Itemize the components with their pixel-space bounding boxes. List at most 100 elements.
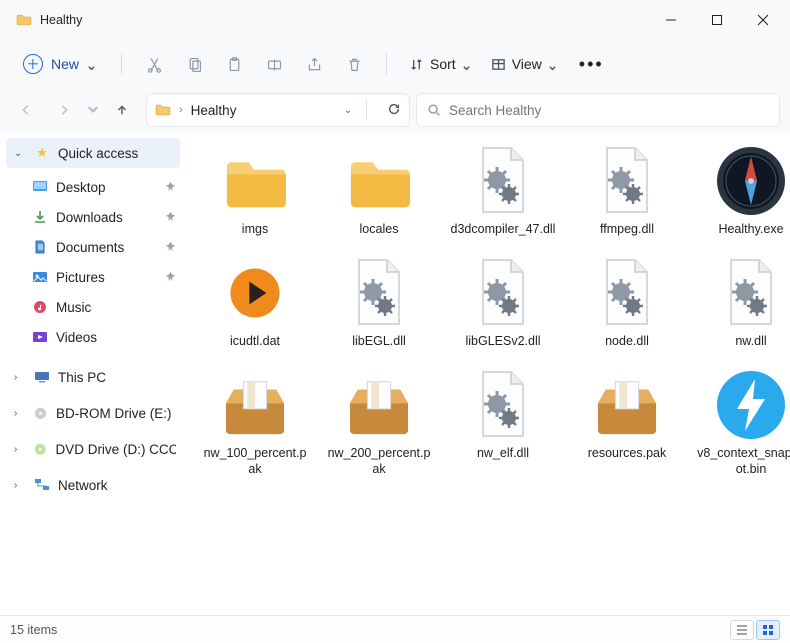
sidebar-item-label: BD-ROM Drive (E:) C [56,406,176,421]
sidebar-item-label: Pictures [56,270,105,285]
file-item[interactable]: icudtl.dat [200,256,310,350]
box-icon [218,368,292,442]
sidebar-item-quick-access[interactable]: ⌄ ★ Quick access [6,138,180,168]
file-item[interactable]: nw_200_percent.pak [324,368,434,477]
sidebar-item-videos[interactable]: Videos [0,322,186,352]
sidebar-item-label: Network [58,478,108,493]
file-item[interactable]: resources.pak [572,368,682,477]
dll-icon [590,256,664,330]
new-button[interactable]: New [12,49,107,79]
chevron-right-icon: › [14,480,26,491]
file-label: libGLESv2.dll [465,334,540,350]
file-item[interactable]: nw_100_percent.pak [200,368,310,477]
pc-icon [34,369,50,385]
box-icon [342,368,416,442]
file-label: ffmpeg.dll [600,222,654,238]
nav-row: › Healthy ⌄ [0,88,790,132]
chevron-right-icon: › [14,408,25,419]
chevron-down-icon [462,60,471,69]
title-bar: Healthy [0,0,790,40]
desktop-icon [32,179,48,195]
recent-button[interactable] [86,94,100,126]
address-bar[interactable]: › Healthy ⌄ [146,93,410,127]
sidebar-item-bdrom[interactable]: › BD-ROM Drive (E:) C [0,398,186,428]
folder-icon [155,102,171,118]
sidebar-item-network[interactable]: › Network [0,470,186,500]
file-item[interactable]: locales [324,144,434,238]
separator [366,100,367,120]
file-grid: imgslocalesd3dcompiler_47.dll ffmpeg.dll H… [200,144,782,477]
command-bar: New Sort View ••• [0,40,790,88]
file-item[interactable]: nw.dll [696,256,790,350]
file-label: nw.dll [735,334,766,350]
search-box[interactable] [416,93,780,127]
file-item[interactable]: libEGL.dll [324,256,434,350]
copy-button[interactable] [176,46,212,82]
chevron-right-icon: › [14,444,25,455]
sidebar-item-downloads[interactable]: Downloads [0,202,186,232]
explorer-window: Healthy New Sort View ••• [0,0,790,643]
file-item[interactable]: nw_elf.dll [448,368,558,477]
status-bar: 15 items [0,615,790,643]
sort-button[interactable]: Sort [401,46,479,82]
pictures-icon [32,269,48,285]
rename-button[interactable] [256,46,292,82]
maximize-button[interactable] [694,0,740,40]
file-label: libEGL.dll [352,334,406,350]
chevron-down-icon[interactable]: ⌄ [344,105,352,116]
file-item[interactable]: d3dcompiler_47.dll [448,144,558,238]
disc-icon [33,405,48,421]
search-icon [427,103,441,117]
file-label: nw_200_percent.pak [325,446,433,477]
refresh-button[interactable] [387,102,401,119]
file-item[interactable]: v8_context_snapshot.bin [696,368,790,477]
separator [121,53,122,75]
folder-icon [342,144,416,218]
dll-icon [590,144,664,218]
dll-icon [714,256,788,330]
sidebar-item-desktop[interactable]: Desktop [0,172,186,202]
new-label: New [51,56,79,72]
file-item[interactable]: imgs [200,144,310,238]
forward-button[interactable] [48,94,80,126]
play-icon [218,256,292,330]
paste-button[interactable] [216,46,252,82]
window-controls [648,0,786,40]
file-item[interactable]: ffmpeg.dll [572,144,682,238]
window-title: Healthy [40,13,82,27]
up-button[interactable] [106,94,138,126]
sidebar-item-this-pc[interactable]: › This PC [0,362,186,392]
file-label: Healthy.exe [718,222,783,238]
file-item[interactable]: Healthy.exe [696,144,790,238]
file-item[interactable]: libGLESv2.dll [448,256,558,350]
network-icon [34,477,50,493]
close-button[interactable] [740,0,786,40]
chevron-down-icon [87,60,96,69]
minimize-button[interactable] [648,0,694,40]
details-view-button[interactable] [730,620,754,640]
file-pane[interactable]: imgslocalesd3dcompiler_47.dll ffmpeg.dll H… [186,132,790,615]
dll-icon [342,256,416,330]
sidebar-item-label: Documents [56,240,124,255]
file-label: node.dll [605,334,649,350]
breadcrumb[interactable]: Healthy [191,103,237,118]
delete-button[interactable] [336,46,372,82]
search-input[interactable] [449,103,769,118]
sidebar-item-documents[interactable]: Documents [0,232,186,262]
back-button[interactable] [10,94,42,126]
sidebar-item-music[interactable]: Music [0,292,186,322]
sidebar-item-dvd[interactable]: › DVD Drive (D:) CCCC [0,434,186,464]
sidebar-item-pictures[interactable]: Pictures [0,262,186,292]
share-button[interactable] [296,46,332,82]
folder-icon [218,144,292,218]
file-item[interactable]: node.dll [572,256,682,350]
large-icons-view-button[interactable] [756,620,780,640]
sort-label: Sort [430,56,456,72]
more-button[interactable]: ••• [569,54,614,75]
download-icon [32,209,48,225]
view-button[interactable]: View [483,46,565,82]
dll-icon [466,256,540,330]
videos-icon [32,329,48,345]
cut-button[interactable] [136,46,172,82]
file-label: nw_100_percent.pak [201,446,309,477]
